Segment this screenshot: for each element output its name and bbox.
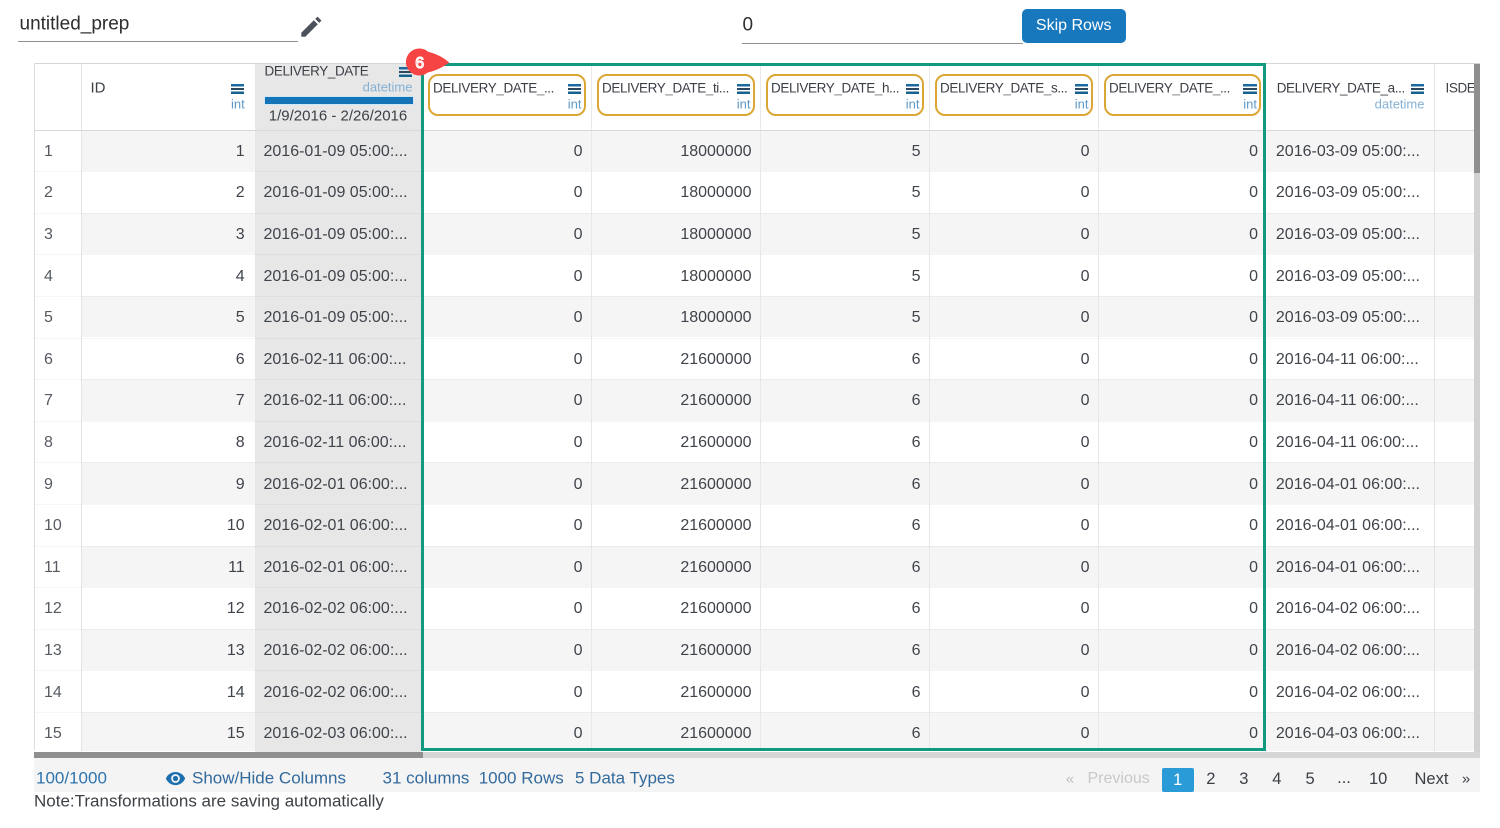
svg-text:6: 6 — [415, 54, 424, 71]
